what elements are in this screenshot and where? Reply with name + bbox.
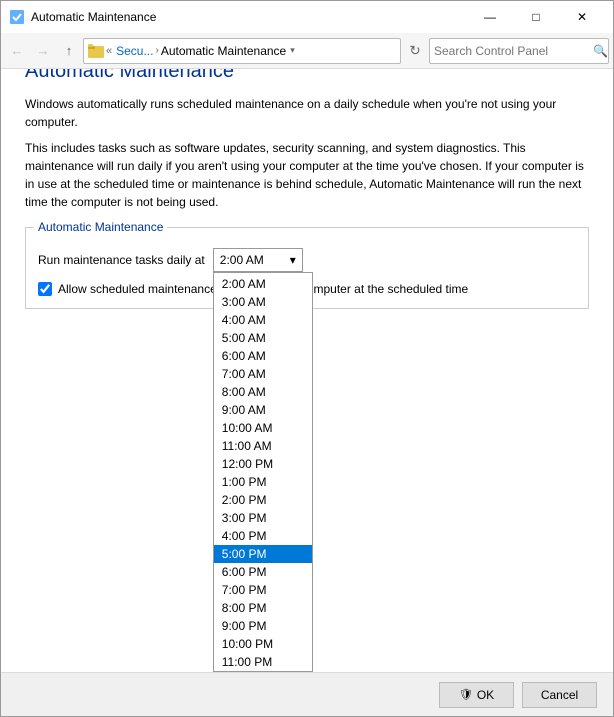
time-dropdown-wrapper: 2:00 AM ▾ 12:00 AM1:00 AM2:00 AM3:00 AM4… — [213, 248, 303, 272]
footer: 🛡 OK Cancel — [1, 672, 613, 716]
dropdown-option[interactable]: 2:00 PM — [214, 491, 312, 509]
time-dropdown[interactable]: 2:00 AM ▾ — [213, 248, 303, 272]
dropdown-option[interactable]: 4:00 PM — [214, 527, 312, 545]
search-input[interactable] — [434, 44, 589, 58]
description-1: Windows automatically runs scheduled mai… — [25, 95, 589, 131]
forward-button[interactable]: → — [31, 39, 55, 63]
dropdown-option[interactable]: 7:00 PM — [214, 581, 312, 599]
search-icon[interactable]: 🔍 — [593, 44, 608, 58]
selected-time-label: 2:00 AM — [220, 253, 264, 267]
dropdown-option[interactable]: 11:00 AM — [214, 437, 312, 455]
dropdown-option[interactable]: 3:00 PM — [214, 509, 312, 527]
dropdown-option[interactable]: 3:00 AM — [214, 293, 312, 311]
dropdown-option[interactable]: 10:00 PM — [214, 635, 312, 653]
close-button[interactable]: ✕ — [559, 1, 605, 33]
breadcrumb-chevron-icon[interactable]: ▾ — [290, 45, 295, 56]
page-title: Automatic Maintenance — [25, 69, 589, 83]
dropdown-option[interactable]: 1:00 PM — [214, 473, 312, 491]
dropdown-option[interactable]: 4:00 AM — [214, 311, 312, 329]
cancel-button[interactable]: Cancel — [522, 682, 597, 708]
maximize-button[interactable]: □ — [513, 1, 559, 33]
main-content: Automatic Maintenance Windows automatica… — [1, 69, 613, 672]
time-dropdown-list: 12:00 AM1:00 AM2:00 AM3:00 AM4:00 AM5:00… — [213, 272, 313, 672]
up-button[interactable]: ↑ — [57, 39, 81, 63]
dropdown-option[interactable]: 9:00 AM — [214, 401, 312, 419]
nav-bar: ← → ↑ « Secu... › Automatic Maintenance … — [1, 33, 613, 69]
run-time-label: Run maintenance tasks daily at — [38, 253, 205, 267]
back-button[interactable]: ← — [5, 39, 29, 63]
allow-wakeup-checkbox[interactable] — [38, 282, 52, 296]
dropdown-option[interactable]: 8:00 AM — [214, 383, 312, 401]
breadcrumb-current: Automatic Maintenance — [161, 44, 286, 58]
dropdown-option[interactable]: 2:00 AM — [214, 275, 312, 293]
run-time-row: Run maintenance tasks daily at 2:00 AM ▾… — [38, 248, 576, 272]
cancel-label: Cancel — [541, 688, 578, 702]
ok-button[interactable]: 🛡 OK — [439, 682, 514, 708]
dropdown-option[interactable]: 6:00 AM — [214, 347, 312, 365]
refresh-button[interactable]: ↻ — [403, 38, 427, 64]
dropdown-option[interactable]: 9:00 PM — [214, 617, 312, 635]
dropdown-option[interactable]: 5:00 PM — [214, 545, 312, 563]
minimize-button[interactable]: — — [467, 1, 513, 33]
section-legend: Automatic Maintenance — [34, 220, 167, 234]
window-controls: — □ ✕ — [467, 1, 605, 33]
description-2: This includes tasks such as software upd… — [25, 139, 589, 211]
ok-label: OK — [477, 688, 494, 702]
dropdown-arrow-icon: ▾ — [290, 253, 296, 267]
window-title: Automatic Maintenance — [31, 10, 467, 24]
dropdown-option[interactable]: 11:00 PM — [214, 653, 312, 671]
breadcrumb: « Secu... › Automatic Maintenance ▾ — [83, 38, 401, 64]
shield-icon: 🛡 — [459, 688, 473, 701]
main-window: Automatic Maintenance — □ ✕ ← → ↑ « Secu… — [0, 0, 614, 717]
dropdown-option[interactable]: 6:00 PM — [214, 563, 312, 581]
search-box: 🔍 — [429, 38, 609, 64]
dropdown-option[interactable]: 5:00 AM — [214, 329, 312, 347]
breadcrumb-parent[interactable]: Secu... — [116, 44, 153, 58]
breadcrumb-separator: › — [155, 45, 158, 56]
maintenance-section: Automatic Maintenance Run maintenance ta… — [25, 227, 589, 309]
dropdown-option[interactable]: 7:00 AM — [214, 365, 312, 383]
window-icon — [9, 9, 25, 25]
folder-icon — [88, 43, 104, 59]
title-bar: Automatic Maintenance — □ ✕ — [1, 1, 613, 33]
dropdown-option[interactable]: 12:00 PM — [214, 455, 312, 473]
dropdown-option[interactable]: 8:00 PM — [214, 599, 312, 617]
dropdown-option[interactable]: 10:00 AM — [214, 419, 312, 437]
